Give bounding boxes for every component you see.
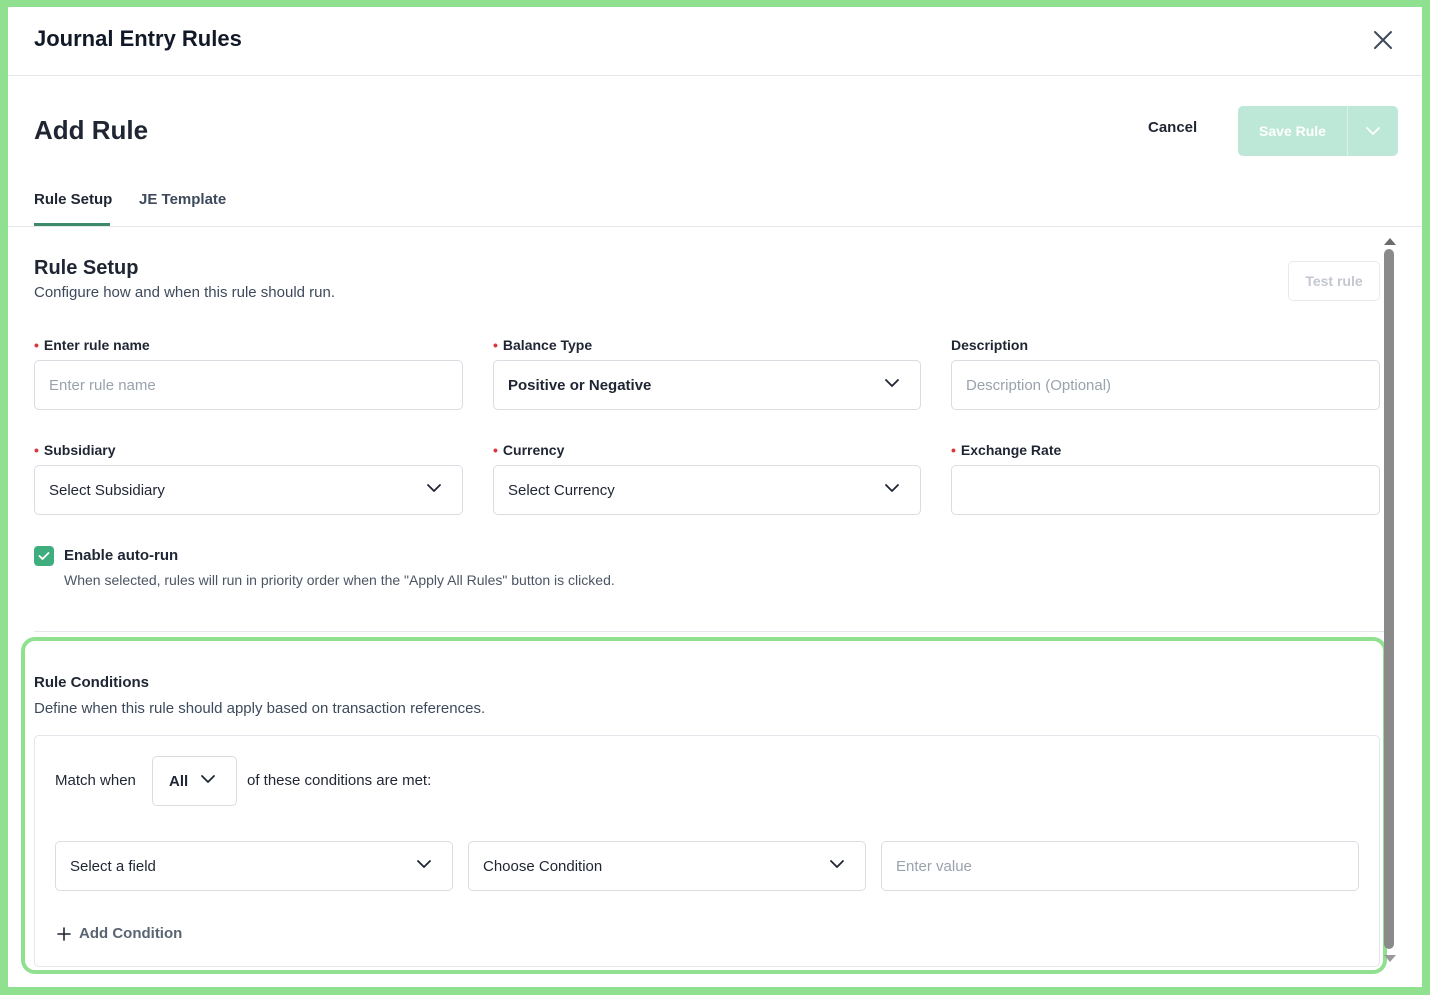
currency-label: • Currency bbox=[493, 442, 565, 458]
rule-setup-subtitle: Configure how and when this rule should … bbox=[34, 284, 336, 301]
chevron-down-icon bbox=[427, 484, 441, 492]
page-title: Add Rule bbox=[34, 115, 149, 145]
condition-value-placeholder: Enter value bbox=[896, 857, 972, 875]
balance-type-value: Positive or Negative bbox=[508, 376, 652, 394]
exchange-rate-label: • Exchange Rate bbox=[951, 442, 1062, 458]
modal-title: Journal Entry Rules bbox=[34, 26, 242, 51]
active-tab-indicator bbox=[34, 223, 110, 226]
subsidiary-label: • Subsidiary bbox=[34, 442, 116, 458]
check-icon bbox=[38, 552, 50, 560]
save-rule-group: Save Rule bbox=[1238, 106, 1398, 156]
chevron-down-icon bbox=[885, 484, 899, 492]
scrollbar-thumb[interactable] bbox=[1384, 249, 1394, 949]
condition-field-value: Select a field bbox=[70, 857, 156, 875]
rule-name-placeholder: Enter rule name bbox=[49, 376, 156, 394]
currency-select[interactable]: Select Currency bbox=[493, 465, 921, 515]
rule-conditions-title: Rule Conditions bbox=[34, 674, 149, 691]
test-rule-button[interactable]: Test rule bbox=[1288, 261, 1380, 301]
condition-field-select[interactable]: Select a field bbox=[55, 841, 453, 891]
auto-run-checkbox[interactable] bbox=[34, 546, 54, 566]
exchange-rate-input[interactable] bbox=[951, 465, 1380, 515]
tab-rule-setup[interactable]: Rule Setup bbox=[34, 191, 112, 208]
match-when-label: Match when bbox=[55, 772, 136, 789]
match-mode-select[interactable]: All bbox=[152, 756, 237, 806]
add-condition-label: Add Condition bbox=[79, 925, 183, 942]
auto-run-label[interactable]: Enable auto-run bbox=[64, 547, 178, 564]
match-suffix-label: of these conditions are met: bbox=[247, 772, 432, 789]
match-mode-value: All bbox=[169, 772, 189, 790]
rule-conditions-subtitle: Define when this rule should apply based… bbox=[34, 700, 486, 717]
currency-value: Select Currency bbox=[508, 481, 615, 499]
description-input[interactable]: Description (Optional) bbox=[951, 360, 1380, 410]
description-placeholder: Description (Optional) bbox=[966, 376, 1112, 394]
chevron-down-icon bbox=[885, 379, 899, 387]
chevron-down-icon bbox=[417, 860, 431, 868]
close-icon[interactable] bbox=[1370, 27, 1396, 53]
auto-run-help: When selected, rules will run in priorit… bbox=[64, 572, 615, 588]
chevron-down-icon bbox=[201, 775, 215, 783]
balance-type-label: • Balance Type bbox=[493, 337, 593, 353]
save-options-button[interactable] bbox=[1348, 106, 1398, 156]
add-condition-button[interactable]: Add Condition bbox=[57, 925, 182, 942]
scroll-down-arrow[interactable] bbox=[1383, 951, 1397, 969]
modal-header: Journal Entry Rules bbox=[8, 7, 1422, 76]
tab-bar: Rule Setup JE Template bbox=[8, 177, 1422, 227]
description-label: Description bbox=[951, 337, 1029, 353]
rule-name-label: • Enter rule name bbox=[34, 337, 150, 353]
rule-setup-title: Rule Setup bbox=[34, 257, 139, 279]
chevron-down-icon bbox=[830, 860, 844, 868]
cancel-button[interactable]: Cancel bbox=[1148, 119, 1197, 136]
condition-value-input[interactable]: Enter value bbox=[881, 841, 1359, 891]
rule-name-input[interactable]: Enter rule name bbox=[34, 360, 463, 410]
balance-type-select[interactable]: Positive or Negative bbox=[493, 360, 921, 410]
condition-operator-select[interactable]: Choose Condition bbox=[468, 841, 866, 891]
plus-icon bbox=[57, 926, 71, 941]
journal-entry-rules-modal: Journal Entry Rules Add Rule Cancel Save… bbox=[8, 7, 1422, 987]
subsidiary-value: Select Subsidiary bbox=[49, 481, 165, 499]
condition-operator-value: Choose Condition bbox=[483, 857, 603, 875]
chevron-down-icon bbox=[1366, 127, 1380, 135]
section-divider bbox=[34, 631, 1384, 632]
subsidiary-select[interactable]: Select Subsidiary bbox=[34, 465, 463, 515]
tab-je-template[interactable]: JE Template bbox=[139, 191, 226, 208]
save-rule-button[interactable]: Save Rule bbox=[1238, 106, 1348, 156]
